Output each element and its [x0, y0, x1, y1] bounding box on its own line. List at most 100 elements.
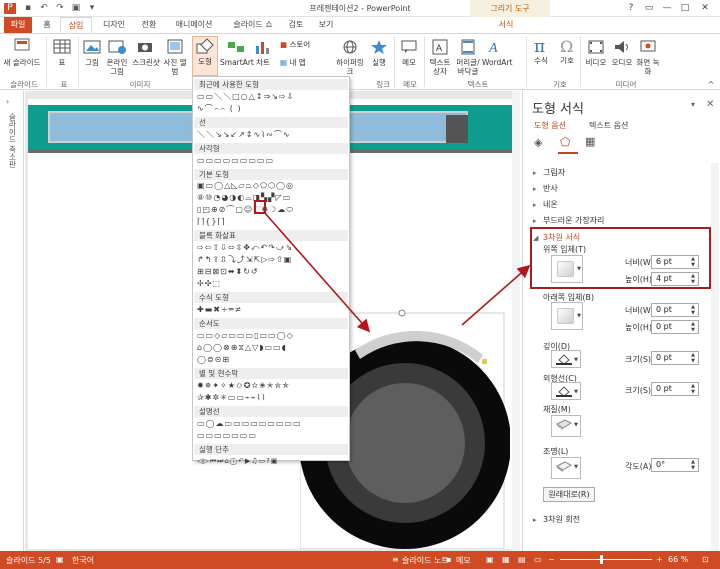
tab-animations[interactable]: 애니메이션 — [166, 17, 222, 33]
material-picker[interactable]: ▼ — [551, 415, 581, 437]
reading-view-icon[interactable]: ▤ — [518, 555, 526, 564]
basic-shapes-row[interactable]: ▯◰⊕⊘⌒▢☺♡✺☽☁⬭ — [197, 205, 294, 215]
bottom-width-spinner[interactable]: 0 pt ▲ ▼ — [651, 303, 699, 317]
equation-shapes-row[interactable]: ✚▬✖÷═≠ — [197, 305, 242, 315]
photo-album-button[interactable]: 사진 앨범 — [162, 38, 188, 76]
reset-button[interactable]: 원래대로(R) — [543, 487, 595, 502]
action-button[interactable]: 실행 — [368, 38, 390, 67]
shapes-gallery-menu[interactable]: 최근에 사용한 도형 ▭▭＼＼□○△↕⇒↘⇨⇩ ∿⌒⌢⌢ ( ) 선 ＼＼↘↘↙… — [192, 76, 350, 465]
notes-icon[interactable]: ≡ — [392, 555, 399, 564]
online-picture-button[interactable]: 온라인 그림 — [104, 38, 130, 76]
vertical-scrollbar[interactable] — [512, 91, 520, 551]
tab-text-options[interactable]: 텍스트 옵션 — [589, 120, 628, 131]
spinner-arrows[interactable]: ▲ ▼ — [689, 352, 697, 364]
slideshow-view-icon[interactable]: ▭ — [534, 555, 542, 564]
wordart-button[interactable]: A WordArt — [482, 38, 512, 67]
my-apps-button[interactable]: ▦ 내 앱 — [280, 58, 320, 67]
zoom-level[interactable]: 66 % — [668, 555, 688, 564]
textbox-button[interactable]: A 텍스트 상자 — [428, 38, 452, 76]
panel-scrollbar[interactable] — [711, 163, 719, 551]
picture-button[interactable]: 그림 — [80, 38, 104, 67]
tab-shape-options[interactable]: 도형 옵션 — [534, 120, 566, 131]
fit-to-window-icon[interactable]: ⊡ — [702, 555, 709, 564]
table-button[interactable]: 표 — [50, 38, 74, 67]
lighting-picker[interactable]: ▼ — [551, 457, 581, 479]
tab-design[interactable]: 디자인 — [96, 17, 132, 33]
new-slide-button[interactable]: 새 슬라이드 — [2, 38, 42, 67]
stars-row[interactable]: ✹✵✦✧★✩✪✫✬✭✮✯ — [197, 381, 290, 391]
spinner-arrows[interactable]: ▲ ▼ — [689, 383, 697, 395]
depth-color-picker[interactable]: ▼ — [551, 350, 581, 368]
tab-file[interactable]: 파일 — [4, 17, 32, 33]
tab-home[interactable]: 홈 — [38, 17, 56, 33]
zoom-slider[interactable] — [560, 559, 652, 560]
tab-insert[interactable]: 삽입 — [60, 17, 92, 33]
block-arrows-row[interactable]: ✢✣⬚ — [197, 279, 221, 289]
zoom-out-icon[interactable]: − — [548, 555, 555, 564]
tab-review[interactable]: 검토 — [284, 17, 308, 33]
shapes-button[interactable]: 도형 — [192, 36, 218, 76]
flowchart-row[interactable]: ▭▭◇▱▭▭▭▯▭▭◯◇ — [197, 331, 294, 341]
rotate-handle[interactable] — [398, 309, 406, 317]
block-arrows-row[interactable]: ⇨⇦⇧⇩⬄⇳✥⤺↶↷⤻⇘ — [197, 243, 293, 253]
tab-view[interactable]: 보기 — [314, 17, 338, 33]
action-buttons-row[interactable]: ◁▷⏮⏭⌂ⓘ↶▶♫▭?▣ — [197, 456, 278, 466]
contour-color-picker[interactable]: ▼ — [551, 382, 581, 400]
panel-options-dropdown[interactable]: ▾ — [691, 100, 695, 109]
comments-button[interactable]: 메모 — [456, 555, 471, 566]
contour-size-spinner[interactable]: 0 pt ▲ ▼ — [651, 382, 699, 396]
callouts-row[interactable]: ▭▭▭▭▭▭▭ — [197, 431, 257, 441]
section-reflection[interactable]: ▸ 반사 — [533, 183, 558, 194]
flowchart-row[interactable]: ◯⊜⊝⊞ — [197, 355, 230, 365]
section-soft-edges[interactable]: ▸ 부드러운 가장자리 — [533, 215, 604, 226]
tab-slideshow[interactable]: 슬라이드 쇼 — [226, 17, 280, 33]
tab-transitions[interactable]: 전환 — [136, 17, 162, 33]
ribbon-display-button[interactable]: ▭ — [641, 2, 657, 15]
slide-thumbnail-pane[interactable]: › 슬라이드 축소판 — [0, 91, 24, 551]
zoom-slider-thumb[interactable] — [600, 555, 603, 564]
smartart-button[interactable]: SmartArt — [220, 38, 254, 67]
block-arrows-row[interactable]: ↱↰⇪⇫⤵⤴⇲⇱▷⇨⇧▣ — [197, 255, 292, 265]
spinner-arrows[interactable]: ▲ ▼ — [689, 304, 697, 316]
screenshot-button[interactable]: 스크린샷 — [130, 38, 162, 67]
flowchart-row[interactable]: ⌂◯◯⊗⊕⧖△▽◗▭▭◖ — [197, 343, 287, 353]
normal-view-icon[interactable]: ▣ — [486, 555, 494, 564]
section-glow[interactable]: ▸ 네온 — [533, 199, 558, 210]
lines-row[interactable]: ＼＼↘↘↙↗↕∿⌇∾⌒∿ — [197, 130, 291, 140]
store-button[interactable]: ■ 스토어 — [280, 40, 320, 49]
section-3d-rotation[interactable]: ▸ 3차원 회전 — [533, 514, 580, 525]
slide-sorter-icon[interactable]: ▦ — [502, 555, 510, 564]
comments-icon[interactable]: ▪ — [446, 555, 451, 564]
spinner-arrows[interactable]: ▲ ▼ — [689, 459, 697, 471]
callouts-row[interactable]: ▭◯☁▭▭▭▭▭▭▭▭▭ — [197, 419, 302, 429]
audio-button[interactable]: 오디오 — [610, 38, 634, 67]
maximize-button[interactable]: □ — [677, 2, 693, 15]
stars-row[interactable]: ✰✱✲✳▭▭⌁⌁⌇⌇ — [197, 393, 266, 403]
angle-spinner[interactable]: 0° ▲ ▼ — [651, 458, 699, 472]
expand-pane-icon[interactable]: › — [6, 97, 9, 106]
recent-shapes-row[interactable]: ▭▭＼＼□○△↕⇒↘⇨⇩ — [197, 92, 294, 102]
basic-shapes-row[interactable]: ⌈⌉{}⌈⌉ — [197, 217, 226, 227]
adjust-handle[interactable] — [482, 359, 487, 364]
language-indicator[interactable]: 한국어 — [72, 555, 94, 566]
size-properties-icon[interactable]: ▦ — [585, 135, 599, 149]
section-shadow[interactable]: ▸ 그림자 — [533, 167, 565, 178]
chart-button[interactable]: 차트 — [252, 38, 274, 67]
block-arrows-row[interactable]: ⊞⊟⊠⊡⬌⬍↻↺ — [197, 267, 259, 277]
header-footer-button[interactable]: 머리글/바닥글 — [454, 38, 482, 76]
recent-shapes-row[interactable]: ∿⌒⌢⌢ ( ) — [197, 104, 242, 114]
tab-format[interactable]: 서식 — [486, 17, 526, 33]
fill-line-icon[interactable]: ◈ — [534, 136, 548, 150]
spinner-arrows[interactable]: ▲ ▼ — [689, 321, 697, 333]
basic-shapes-row[interactable]: ⑧⑩◔◕◑◐⌓◨▚▞◸▭ — [197, 193, 291, 203]
close-icon[interactable]: ✕ — [706, 99, 714, 110]
basic-shapes-row[interactable]: ▣▭◯△◺▱⏢◇⬠⬡◯◎ — [197, 181, 294, 191]
help-button[interactable]: ? — [623, 2, 639, 15]
collapse-ribbon-icon[interactable]: ^ — [706, 80, 716, 89]
rectangles-row[interactable]: ▭▭▭▭▭▭▭▭▭ — [197, 156, 274, 166]
zoom-in-icon[interactable]: + — [656, 555, 663, 564]
bottom-height-spinner[interactable]: 0 pt ▲ ▼ — [651, 320, 699, 334]
comment-button[interactable]: 메모 — [398, 38, 420, 67]
proofing-icon[interactable]: ▣ — [56, 555, 64, 564]
screen-recording-button[interactable]: 화면 녹화 — [636, 38, 660, 76]
